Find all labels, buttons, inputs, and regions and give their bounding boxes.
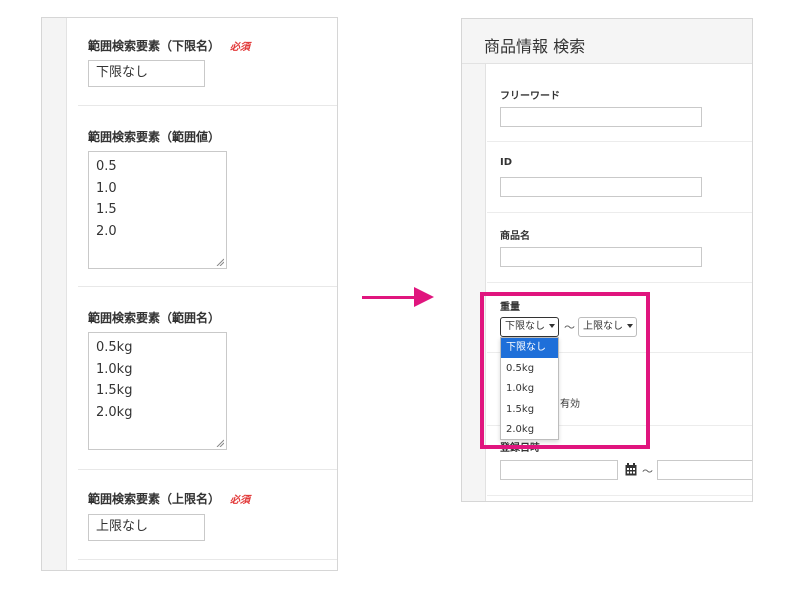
- date-to-input[interactable]: [657, 460, 752, 480]
- arrow-right-icon: [362, 296, 418, 299]
- textarea-line: 0.5kg: [96, 340, 133, 355]
- divider: [487, 212, 752, 213]
- upper-name-field-title: 範囲検索要素（上限名） 必須: [88, 490, 250, 507]
- id-label: ID: [500, 157, 513, 168]
- divider: [78, 469, 337, 470]
- calendar-icon[interactable]: [625, 463, 637, 476]
- textarea-line: 1.0kg: [96, 361, 133, 377]
- freeword-input[interactable]: [500, 107, 702, 127]
- highlight-box: [480, 292, 650, 449]
- page-title: 商品情報 検索: [484, 37, 586, 56]
- range-values-field-title: 範囲検索要素（範囲値）: [88, 130, 221, 144]
- divider: [78, 105, 337, 106]
- upper-name-input[interactable]: 上限なし: [88, 514, 205, 541]
- range-names-field-title: 範囲検索要素（範囲名）: [88, 311, 221, 325]
- textarea-line: 1.0: [96, 180, 117, 196]
- date-from-input[interactable]: [500, 460, 618, 480]
- id-input[interactable]: [500, 177, 702, 197]
- left-panel-strip: [42, 18, 67, 570]
- required-badge: 必須: [230, 42, 251, 53]
- textarea-line: 2.0kg: [96, 404, 133, 420]
- upper-name-label: 範囲検索要素（上限名）: [88, 492, 221, 506]
- textarea-line: 0.5: [96, 159, 117, 174]
- textarea-line: 1.5kg: [96, 383, 133, 398]
- range-names-textarea[interactable]: 0.5kg 1.0kg 1.5kg 2.0kg: [88, 332, 227, 450]
- divider: [487, 141, 752, 142]
- lower-name-label: 範囲検索要素（下限名）: [88, 39, 221, 53]
- left-settings-panel: 範囲検索要素（下限名） 必須 下限なし 範囲検索要素（範囲値） 0.5 1.0 1…: [41, 17, 338, 571]
- textarea-line: 2.0: [96, 223, 117, 239]
- divider: [78, 286, 337, 287]
- lower-name-input[interactable]: 下限なし: [88, 60, 205, 87]
- date-tilde: 〜: [642, 465, 653, 478]
- divider: [487, 282, 752, 283]
- divider: [487, 495, 752, 496]
- product-name-input[interactable]: [500, 247, 702, 267]
- resize-grip-icon[interactable]: [216, 439, 224, 447]
- freeword-label: フリーワード: [500, 91, 560, 102]
- product-name-label: 商品名: [500, 231, 530, 242]
- textarea-line: 1.5: [96, 202, 117, 217]
- arrow-head-icon: [414, 287, 434, 307]
- resize-grip-icon[interactable]: [216, 258, 224, 266]
- required-badge: 必須: [230, 495, 251, 506]
- divider: [78, 559, 337, 560]
- lower-name-field-title: 範囲検索要素（下限名） 必須: [88, 37, 250, 54]
- panel-header: 商品情報 検索: [462, 19, 752, 64]
- range-values-textarea[interactable]: 0.5 1.0 1.5 2.0: [88, 151, 227, 269]
